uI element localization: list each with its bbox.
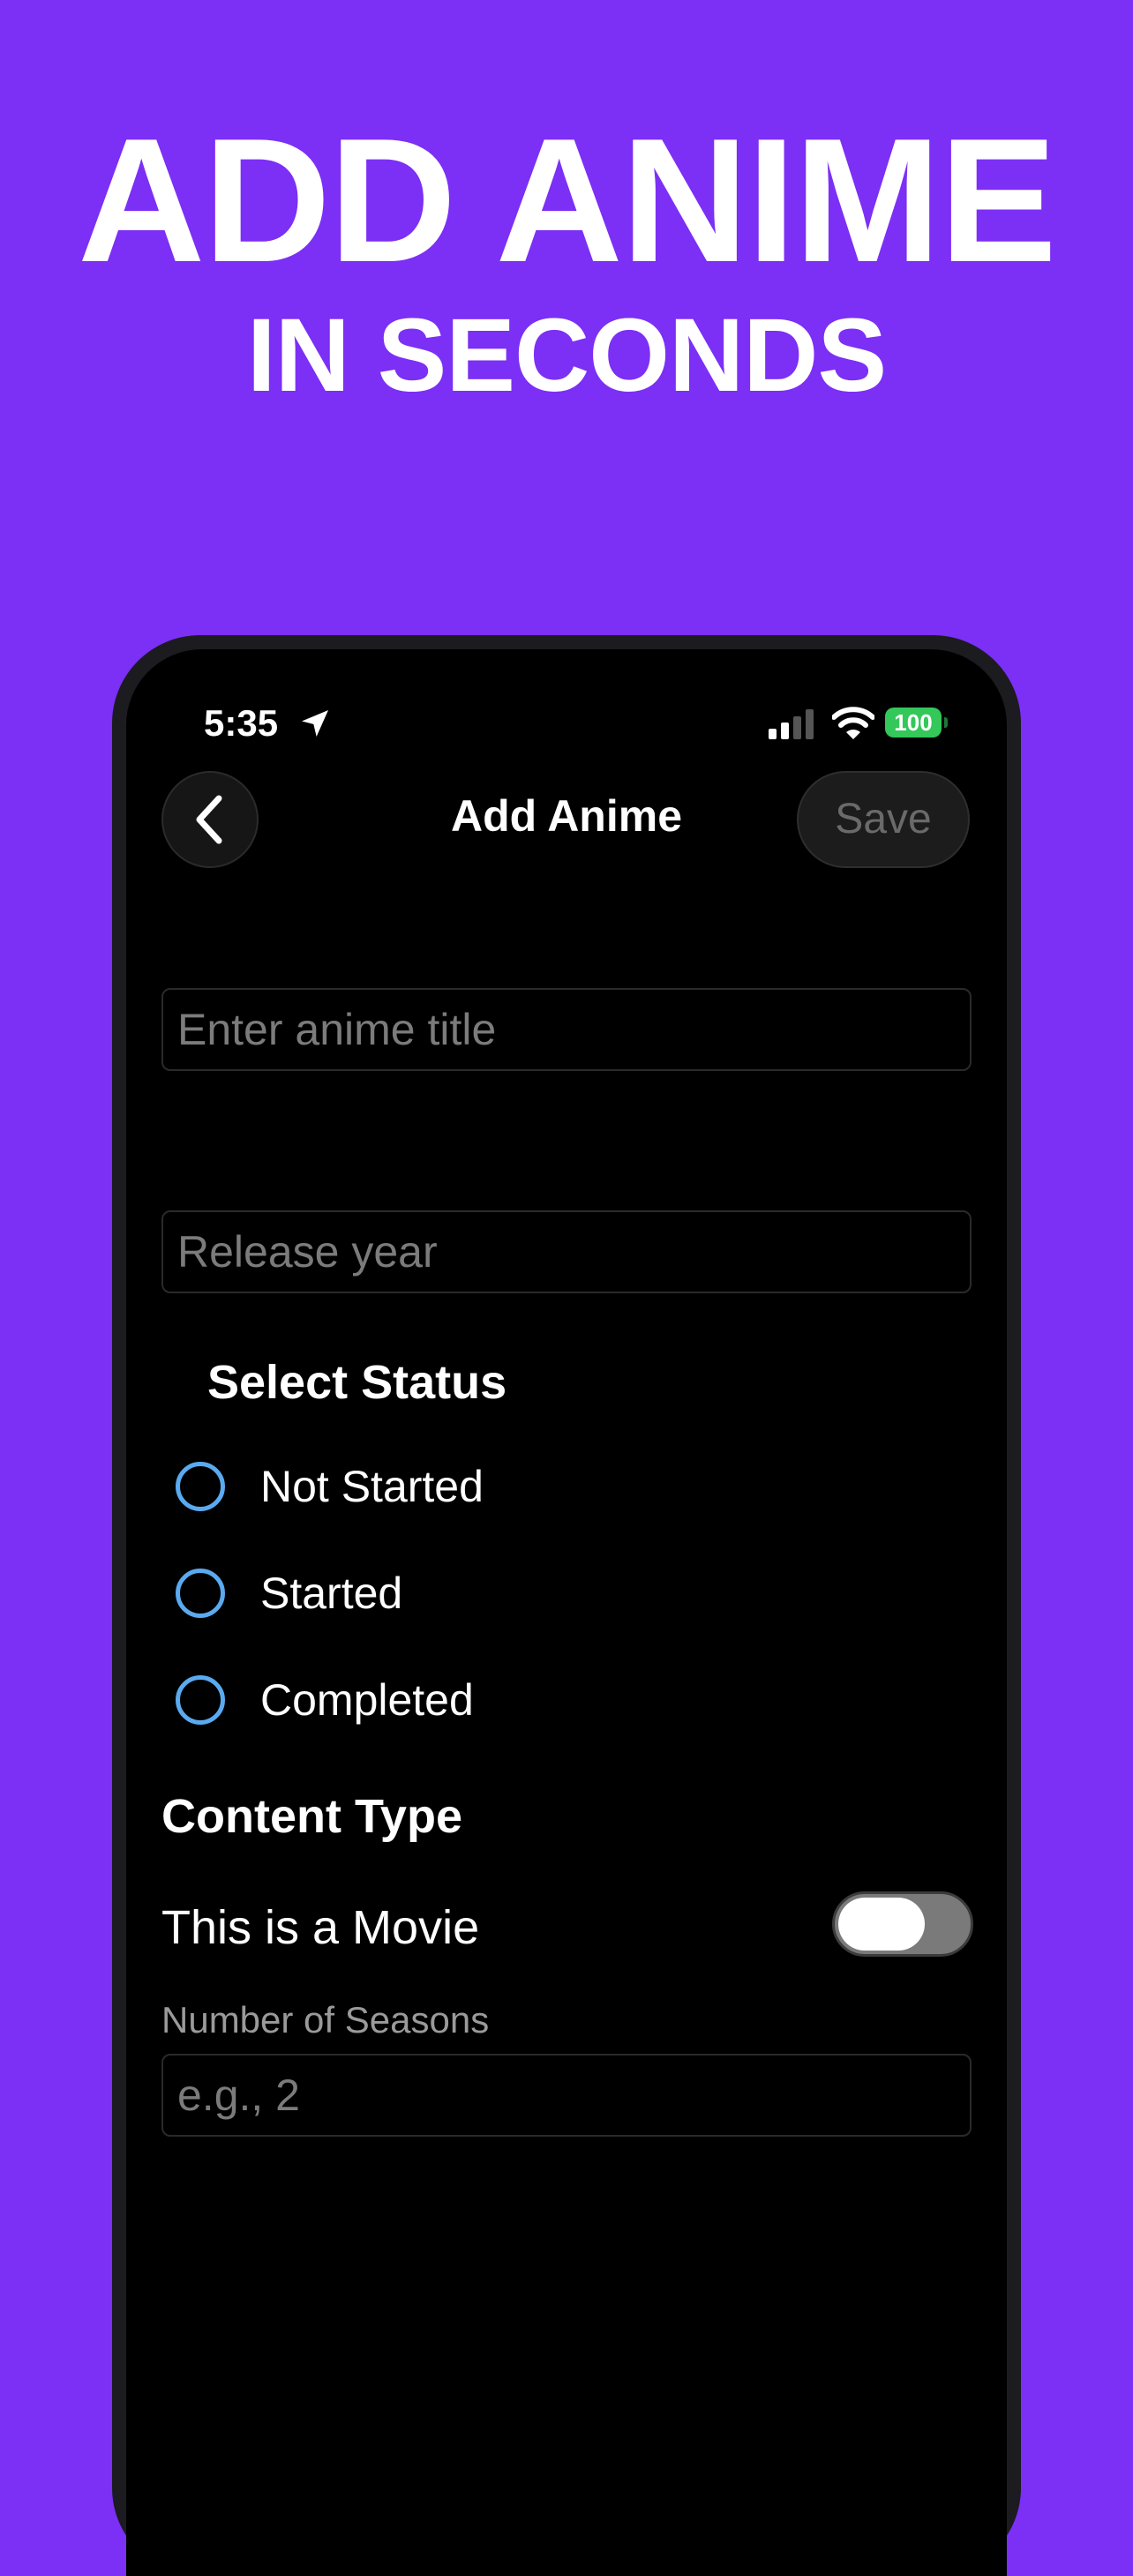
promo-subheadline: IN SECONDS (246, 297, 887, 414)
status-option-started[interactable]: Started (176, 1562, 402, 1624)
release-year-field (161, 1210, 972, 1293)
status-option-completed[interactable]: Completed (176, 1669, 474, 1731)
movie-toggle-label: This is a Movie (161, 1901, 480, 1954)
anime-title-field (161, 988, 972, 1071)
movie-toggle[interactable] (832, 1891, 973, 1957)
anime-title-input[interactable] (163, 990, 970, 1069)
content-type-title: Content Type (161, 1790, 462, 1843)
save-button[interactable]: Save (797, 771, 970, 868)
seasons-field (161, 2054, 972, 2137)
toggle-knob (838, 1898, 925, 1951)
status-option-label: Not Started (260, 1462, 484, 1511)
battery-tip (944, 717, 948, 728)
cellular-signal-icon (769, 709, 814, 739)
status-option-not-started[interactable]: Not Started (176, 1456, 484, 1517)
seasons-input[interactable] (163, 2056, 970, 2135)
wifi-icon (832, 707, 874, 739)
radio-button[interactable] (176, 1569, 225, 1618)
seasons-label: Number of Seasons (161, 1999, 490, 2041)
release-year-input[interactable] (163, 1212, 970, 1292)
status-section-title: Select Status (207, 1356, 507, 1409)
promo-headline: ADD ANIME (78, 102, 1057, 299)
status-option-label: Completed (260, 1675, 474, 1725)
status-time: 5:35 (204, 702, 279, 744)
phone-frame: 5:35 100 Add Anime Save Enter anime titl… (112, 635, 1021, 2576)
radio-button[interactable] (176, 1675, 225, 1725)
battery-indicator: 100 (885, 708, 942, 738)
location-arrow-icon (302, 710, 328, 737)
status-option-label: Started (260, 1569, 403, 1618)
app-screen: 5:35 100 Add Anime Save Enter anime titl… (126, 649, 1007, 2576)
radio-button[interactable] (176, 1462, 225, 1511)
